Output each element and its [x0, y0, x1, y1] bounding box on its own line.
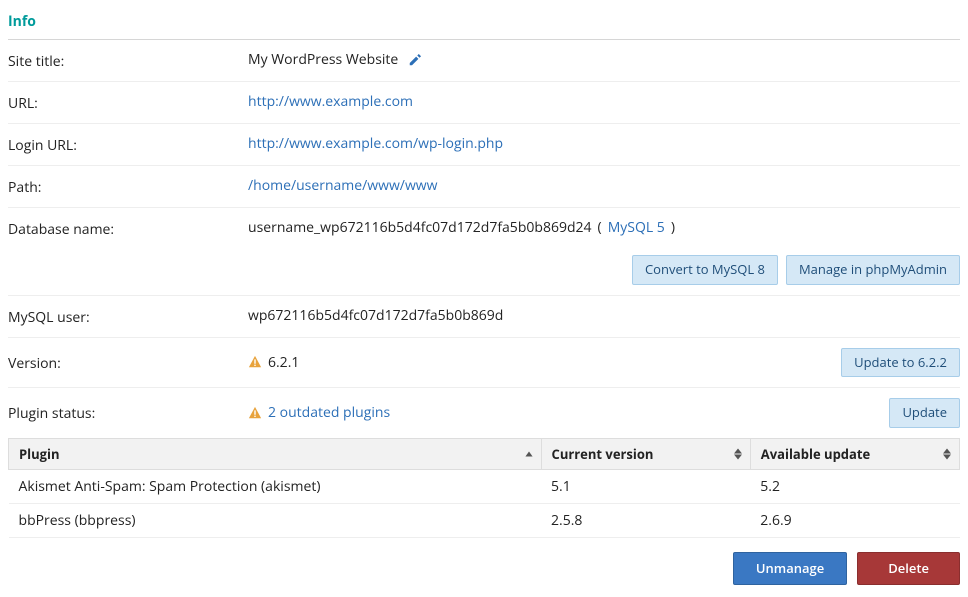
plugins-table: Plugin Current version Available update — [8, 438, 960, 538]
update-plugins-button[interactable]: Update — [889, 398, 960, 428]
table-row: Akismet Anti-Spam: Spam Protection (akis… — [9, 469, 960, 503]
row-site-title: Site title: My WordPress Website — [8, 40, 960, 82]
label-site-title: Site title: — [8, 50, 248, 71]
database-actions: Convert to MySQL 8 Manage in phpMyAdmin — [8, 249, 960, 296]
sort-asc-icon — [525, 451, 533, 456]
table-row: bbPress (bbpress) 2.5.8 2.6.9 — [9, 503, 960, 537]
link-url[interactable]: http://www.example.com — [248, 92, 413, 111]
value-site-title: My WordPress Website — [248, 50, 398, 69]
delete-button[interactable]: Delete — [857, 552, 960, 586]
row-mysql-user: MySQL user: wp672116b5d4fc07d172d7fa5b0b… — [8, 296, 960, 338]
col-available[interactable]: Available update — [750, 438, 959, 469]
col-plugin[interactable]: Plugin — [9, 438, 542, 469]
label-mysql-user: MySQL user: — [8, 306, 248, 327]
link-database-engine[interactable]: MySQL 5 — [608, 218, 665, 237]
value-database-name: username_wp672116b5d4fc07d172d7fa5b0b869… — [248, 218, 592, 237]
sort-both-icon — [943, 448, 951, 459]
col-available-label: Available update — [761, 445, 870, 463]
link-plugin-status[interactable]: 2 outdated plugins — [268, 403, 390, 422]
label-database-name: Database name: — [8, 218, 248, 239]
link-path[interactable]: /home/username/www/www — [248, 176, 438, 195]
label-version: Version: — [8, 352, 248, 373]
label-login-url: Login URL: — [8, 134, 248, 155]
label-path: Path: — [8, 176, 248, 197]
label-plugin-status: Plugin status: — [8, 402, 248, 423]
row-url: URL: http://www.example.com — [8, 82, 960, 124]
cell-available: 5.2 — [750, 469, 959, 503]
warning-icon — [248, 406, 262, 420]
cell-current: 5.1 — [541, 469, 750, 503]
cell-available: 2.6.9 — [750, 503, 959, 537]
col-plugin-label: Plugin — [19, 445, 60, 463]
row-version: Version: 6.2.1 Update to 6.2.2 — [8, 338, 960, 389]
footer-actions: Unmanage Delete — [8, 538, 960, 590]
manage-phpmyadmin-button[interactable]: Manage in phpMyAdmin — [786, 255, 960, 285]
cell-plugin: Akismet Anti-Spam: Spam Protection (akis… — [9, 469, 542, 503]
paren-open: ( — [598, 218, 602, 237]
row-plugin-status: Plugin status: 2 outdated plugins Update — [8, 388, 960, 438]
row-database-name: Database name: username_wp672116b5d4fc07… — [8, 208, 960, 249]
cell-current: 2.5.8 — [541, 503, 750, 537]
edit-site-title-icon[interactable] — [408, 53, 422, 67]
row-path: Path: /home/username/www/www — [8, 166, 960, 208]
paren-close: ) — [671, 218, 675, 237]
cell-plugin: bbPress (bbpress) — [9, 503, 542, 537]
update-version-button[interactable]: Update to 6.2.2 — [841, 348, 960, 378]
convert-mysql-button[interactable]: Convert to MySQL 8 — [632, 255, 778, 285]
col-current-label: Current version — [552, 445, 654, 463]
col-current[interactable]: Current version — [541, 438, 750, 469]
value-version: 6.2.1 — [268, 353, 299, 372]
label-url: URL: — [8, 92, 248, 113]
value-mysql-user: wp672116b5d4fc07d172d7fa5b0b869d — [248, 306, 503, 325]
link-login-url[interactable]: http://www.example.com/wp-login.php — [248, 134, 503, 153]
sort-both-icon — [734, 448, 742, 459]
row-login-url: Login URL: http://www.example.com/wp-log… — [8, 124, 960, 166]
section-title: Info — [8, 8, 960, 40]
unmanage-button[interactable]: Unmanage — [733, 552, 847, 586]
warning-icon — [248, 355, 262, 369]
